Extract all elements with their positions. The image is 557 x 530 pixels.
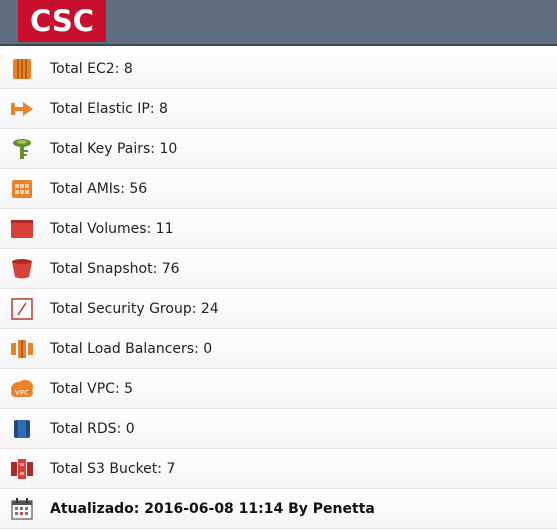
- ec2-total-label: Total EC2: 8: [50, 61, 133, 77]
- header-bar: CSC: [0, 0, 557, 46]
- list-item-ec2: Total EC2: 8: [0, 50, 557, 89]
- elastic-ip-icon: [10, 97, 34, 121]
- list-item-amis: Total AMIs: 56: [0, 170, 557, 209]
- volumes-total-label: Total Volumes: 11: [50, 221, 174, 237]
- key-pair-icon: [10, 137, 34, 161]
- load-balancers-total-label: Total Load Balancers: 0: [50, 341, 213, 357]
- rds-icon: [10, 417, 34, 441]
- list-item-volumes: Total Volumes: 11: [0, 210, 557, 249]
- s3-bucket-total-label: Total S3 Bucket: 7: [50, 461, 176, 477]
- snapshot-icon: [10, 257, 34, 281]
- calendar-icon: [10, 497, 34, 521]
- rds-total-label: Total RDS: 0: [50, 421, 135, 437]
- vpc-total-label: Total VPC: 5: [50, 381, 134, 397]
- elastic-ip-total-label: Total Elastic IP: 8: [50, 101, 168, 117]
- s3-bucket-icon: [10, 457, 34, 481]
- amis-total-label: Total AMIs: 56: [50, 181, 148, 197]
- security-group-total-label: Total Security Group: 24: [50, 301, 219, 317]
- csc-logo: CSC: [18, 0, 106, 42]
- vpc-icon: VPC: [10, 377, 34, 401]
- load-balancer-icon: [10, 337, 34, 361]
- logo-text: CSC: [30, 4, 94, 38]
- list-item-key-pairs: Total Key Pairs: 10: [0, 130, 557, 169]
- ami-icon: [10, 177, 34, 201]
- list-item-vpc: VPC Total VPC: 5: [0, 370, 557, 409]
- last-updated-row: Atualizado: 2016-06-08 11:14 By Penetta: [0, 490, 557, 529]
- list-item-snapshot: Total Snapshot: 76: [0, 250, 557, 289]
- last-updated-label: Atualizado: 2016-06-08 11:14 By Penetta: [50, 501, 375, 517]
- list-item-load-balancers: Total Load Balancers: 0: [0, 330, 557, 369]
- ec2-icon: [10, 57, 34, 81]
- security-group-icon: [10, 297, 34, 321]
- snapshot-total-label: Total Snapshot: 76: [50, 261, 180, 277]
- key-pairs-total-label: Total Key Pairs: 10: [50, 141, 178, 157]
- svg-text:VPC: VPC: [15, 389, 29, 397]
- list-item-rds: Total RDS: 0: [0, 410, 557, 449]
- list-item-security-group: Total Security Group: 24: [0, 290, 557, 329]
- list-item-s3-bucket: Total S3 Bucket: 7: [0, 450, 557, 489]
- list-item-elastic-ip: Total Elastic IP: 8: [0, 90, 557, 129]
- resource-summary-list: Total EC2: 8 Total Elastic IP: 8 Total K…: [0, 50, 557, 530]
- volume-icon: [10, 217, 34, 241]
